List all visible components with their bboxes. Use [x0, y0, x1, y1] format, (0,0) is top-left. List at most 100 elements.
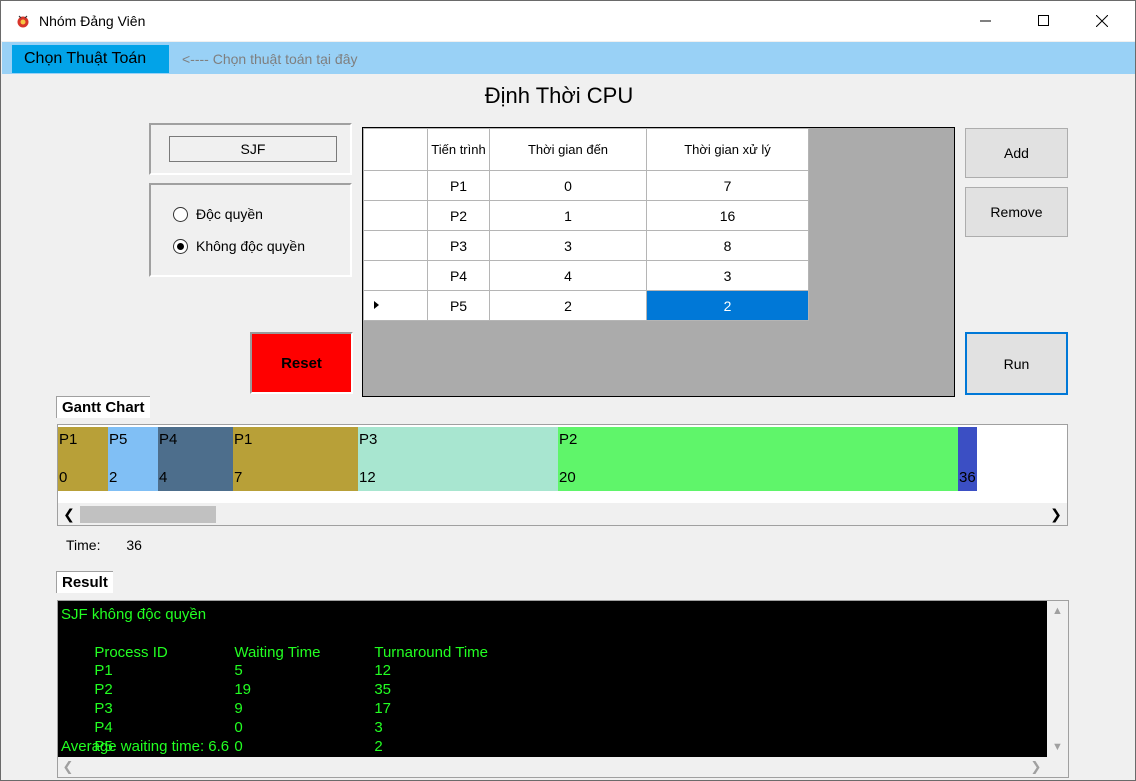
- radio-preemptive[interactable]: Độc quyền: [173, 206, 263, 222]
- gantt-segment-time: 36: [959, 469, 976, 486]
- algorithm-group: SJF: [149, 123, 352, 175]
- cell-process[interactable]: P2: [427, 200, 490, 231]
- cell-burst[interactable]: 3: [646, 260, 809, 291]
- row-header[interactable]: [363, 200, 428, 231]
- maximize-button[interactable]: [1015, 1, 1073, 41]
- result-waiting: 0: [234, 737, 243, 755]
- process-grid[interactable]: Tiến trình Thời gian đến Thời gian xử lý…: [362, 127, 955, 397]
- scroll-up-icon[interactable]: ▲: [1047, 601, 1068, 621]
- add-button[interactable]: Add: [965, 128, 1068, 178]
- row-header[interactable]: [363, 260, 428, 291]
- row-header[interactable]: [363, 170, 428, 201]
- gantt-segment: P5 2: [108, 427, 158, 491]
- result-vscroll[interactable]: ▲ ▼: [1047, 601, 1068, 757]
- col-header-process[interactable]: Tiến trình: [427, 128, 490, 171]
- cell-process[interactable]: P5: [427, 290, 490, 321]
- cell-process[interactable]: P1: [427, 170, 490, 201]
- result-turnaround: 2: [374, 737, 383, 755]
- radio-preemptive-circle[interactable]: [173, 206, 188, 222]
- result-waiting: 9: [234, 699, 243, 717]
- result-pid: P4: [94, 718, 113, 736]
- result-pid: P1: [94, 662, 113, 680]
- cell-burst[interactable]: 7: [646, 170, 809, 201]
- result-pid: P2: [94, 681, 113, 699]
- gantt-segment-time: 12: [359, 469, 376, 486]
- cell-arrival[interactable]: 1: [489, 200, 647, 231]
- cell-arrival[interactable]: 2: [489, 290, 647, 321]
- gantt-segment-name: P4: [159, 431, 178, 448]
- process-table: Tiến trình Thời gian đến Thời gian xử lý…: [363, 128, 809, 321]
- gantt-segment: P4 4: [158, 427, 233, 491]
- radio-non-preemptive[interactable]: Không độc quyền: [173, 238, 305, 254]
- cell-process[interactable]: P4: [427, 260, 490, 291]
- close-icon: [1096, 15, 1108, 27]
- menu-choose-algorithm[interactable]: Chọn Thuật Toán: [12, 45, 169, 73]
- window-title: Nhóm Đảng Viên: [39, 13, 146, 29]
- col-header-burst[interactable]: Thời gian xử lý: [646, 128, 809, 171]
- gantt-segment: P1 7: [233, 427, 358, 491]
- gantt-segment: P2 20: [558, 427, 958, 491]
- table-row: P5 2 2: [363, 290, 809, 321]
- run-button[interactable]: Run: [965, 332, 1068, 395]
- gantt-segment-name: P1: [59, 431, 78, 448]
- gantt-segment-time: 4: [159, 469, 168, 486]
- radio-non-preemptive-label: Không độc quyền: [196, 238, 305, 254]
- result-turnaround: 17: [374, 699, 392, 717]
- menu-bar: Chọn Thuật Toán <---- Chọn thuật toán tạ…: [2, 42, 1135, 74]
- row-header-current[interactable]: [363, 290, 428, 321]
- result-hscroll[interactable]: ❮ ❯: [58, 757, 1068, 777]
- gantt-segment-name: P3: [359, 431, 378, 448]
- result-title: SJF không độc quyền: [61, 606, 207, 623]
- row-pointer-icon: [374, 300, 379, 309]
- gantt-segment: 36: [958, 427, 977, 491]
- cell-burst[interactable]: 16: [646, 200, 809, 231]
- cell-arrival[interactable]: 0: [489, 170, 647, 201]
- remove-button[interactable]: Remove: [965, 187, 1068, 237]
- cell-burst-selected[interactable]: 2: [646, 290, 809, 321]
- scroll-right-icon[interactable]: ❯: [1026, 757, 1046, 777]
- gantt-segment: P3 12: [358, 427, 558, 491]
- result-turnaround: 3: [374, 718, 383, 736]
- app-icon: [17, 15, 29, 28]
- result-text: SJF không độc quyền Process ID Waiting Ti…: [61, 606, 488, 756]
- scroll-left-icon[interactable]: ❮: [58, 757, 78, 777]
- gantt-segment-time: 7: [234, 469, 243, 486]
- result-header-row: Process ID Waiting Time Turnaround Time: [61, 625, 488, 661]
- gantt-track: P1 0 P5 2 P4 4 P1 7 P3 12 P2 20 36: [58, 427, 1067, 492]
- gantt-segment-name: P2: [559, 431, 578, 448]
- gantt-segment-time: 20: [559, 469, 576, 486]
- radio-non-preemptive-circle[interactable]: [173, 238, 188, 254]
- gantt-segment-name: P1: [234, 431, 253, 448]
- close-button[interactable]: [1073, 1, 1131, 41]
- maximize-icon: [1038, 15, 1049, 26]
- cell-burst[interactable]: 8: [646, 230, 809, 261]
- scroll-left-icon[interactable]: ❮: [58, 503, 80, 525]
- table-row: P4 4 3: [363, 260, 809, 291]
- scroll-thumb[interactable]: [80, 506, 216, 523]
- gantt-label: Gantt Chart: [56, 396, 150, 418]
- reset-button[interactable]: Reset: [250, 332, 353, 394]
- result-waiting: 0: [234, 718, 243, 736]
- row-header[interactable]: [363, 230, 428, 261]
- result-waiting: 19: [234, 681, 252, 699]
- table-row: P3 3 8: [363, 230, 809, 261]
- cell-arrival[interactable]: 4: [489, 260, 647, 291]
- radio-preemptive-label: Độc quyền: [196, 206, 263, 222]
- mode-group: Độc quyền Không độc quyền: [149, 183, 352, 277]
- result-output[interactable]: SJF không độc quyền Process ID Waiting Ti…: [57, 600, 1069, 778]
- col-header-arrival[interactable]: Thời gian đến: [489, 128, 647, 171]
- title-bar: Nhóm Đảng Viên: [1, 1, 1135, 41]
- scroll-down-icon[interactable]: ▼: [1047, 737, 1068, 757]
- app-window: Nhóm Đảng Viên Chọn Thuật Toán <---- Chọ…: [0, 0, 1136, 781]
- scroll-right-icon[interactable]: ❯: [1045, 503, 1067, 525]
- gantt-segment-time: 0: [59, 469, 68, 486]
- gantt-scrollbar[interactable]: ❮ ❯: [58, 503, 1067, 525]
- table-row: P1 0 7: [363, 170, 809, 201]
- table-row: P2 1 16: [363, 200, 809, 231]
- cell-arrival[interactable]: 3: [489, 230, 647, 261]
- gantt-segment-time: 2: [109, 469, 118, 486]
- algorithm-label: SJF: [169, 136, 337, 162]
- cell-process[interactable]: P3: [427, 230, 490, 261]
- minimize-button[interactable]: [957, 1, 1015, 41]
- time-label: Time:: [66, 537, 101, 553]
